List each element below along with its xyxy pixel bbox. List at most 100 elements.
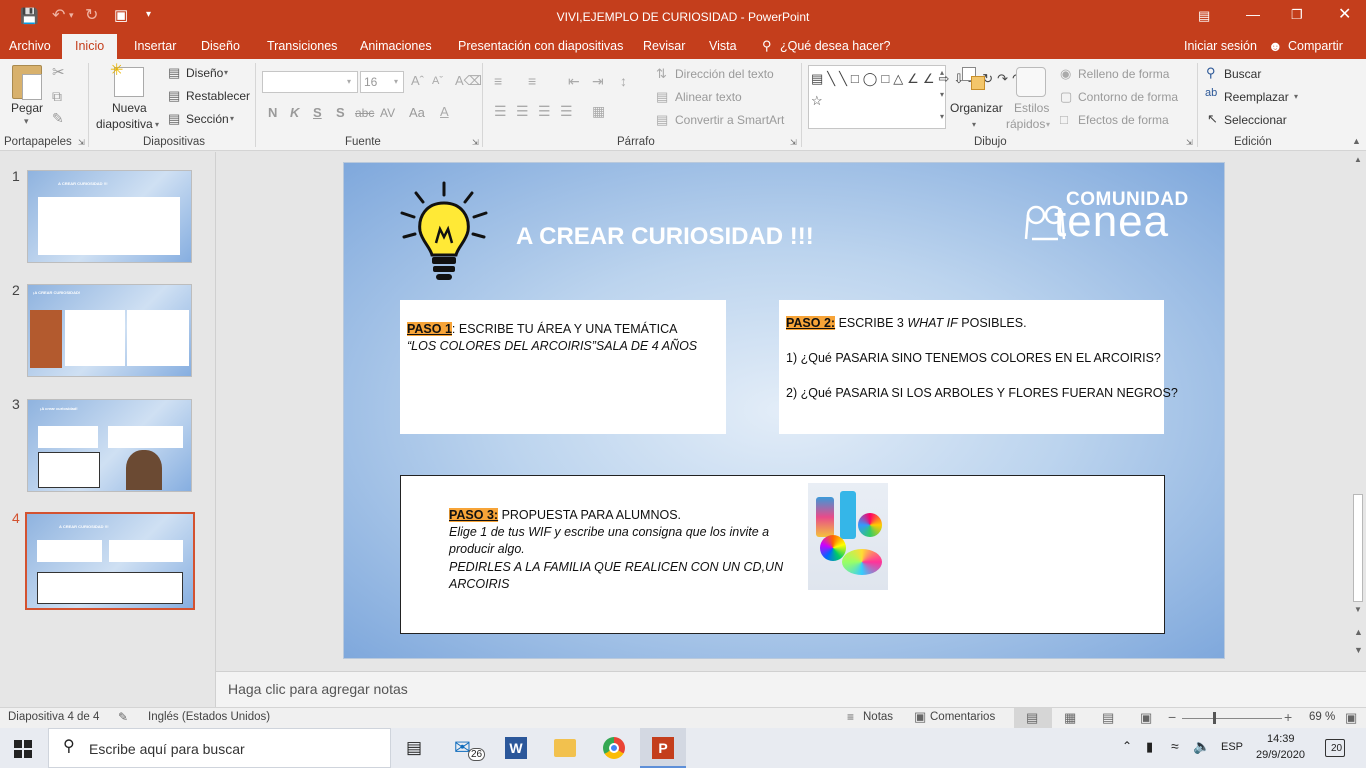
gallery-up-icon[interactable]: ▴ bbox=[940, 68, 944, 77]
minimize-icon[interactable]: — bbox=[1246, 7, 1260, 21]
zoom-level[interactable]: 69 % bbox=[1309, 711, 1335, 723]
strikethrough-button[interactable]: abc bbox=[355, 106, 374, 120]
spellcheck-icon[interactable]: ✎ bbox=[118, 711, 128, 723]
file-explorer-icon[interactable] bbox=[554, 739, 576, 757]
tab-diseno[interactable]: Diseño bbox=[201, 39, 240, 53]
ribbon-display-options-icon[interactable]: ▤ bbox=[1198, 9, 1210, 22]
zoom-in-icon[interactable]: + bbox=[1284, 710, 1292, 724]
decrease-indent-icon[interactable]: ⇤ bbox=[568, 74, 580, 88]
tab-insertar[interactable]: Insertar bbox=[134, 39, 176, 53]
task-view-icon[interactable]: ▤ bbox=[406, 739, 422, 756]
bullets-icon[interactable]: ≡ bbox=[494, 74, 502, 88]
shadow-s-button[interactable]: S bbox=[336, 105, 345, 120]
scroll-down-icon[interactable]: ▼ bbox=[1354, 606, 1362, 614]
word-icon[interactable]: W bbox=[505, 737, 527, 759]
shape-outline-button[interactable]: Contorno de forma bbox=[1078, 90, 1178, 104]
tab-archivo[interactable]: Archivo bbox=[9, 39, 51, 53]
zoom-out-icon[interactable]: − bbox=[1168, 710, 1176, 724]
slide-thumbnail-3[interactable]: ¡A crear curiosidad! bbox=[27, 399, 192, 492]
replace-dropdown-icon[interactable]: ▾ bbox=[1294, 93, 1298, 101]
quick-styles-label[interactable]: Estilos bbox=[1014, 101, 1049, 115]
taskbar-search-box[interactable]: ⚲ Escribe aquí para buscar bbox=[48, 728, 391, 768]
notes-placeholder[interactable]: Haga clic para agregar notas bbox=[228, 681, 408, 697]
tab-animaciones[interactable]: Animaciones bbox=[360, 39, 432, 53]
font-color-icon[interactable]: A bbox=[440, 105, 449, 118]
gallery-more-icon[interactable]: ▾ bbox=[940, 112, 944, 121]
paso2-text-box[interactable]: PASO 2: ESCRIBE 3 WHAT IF POSIBLES. 1) ¿… bbox=[779, 300, 1178, 434]
clear-formatting-icon[interactable]: A⌫ bbox=[455, 74, 482, 87]
new-slide-button[interactable]: diapositiva bbox=[96, 117, 153, 131]
underline-button[interactable]: S bbox=[313, 105, 322, 120]
fit-slide-icon[interactable]: ▣ bbox=[1345, 711, 1357, 724]
format-painter-icon[interactable]: ✎ bbox=[52, 111, 64, 125]
collapse-ribbon-icon[interactable]: ▲ bbox=[1352, 137, 1361, 146]
slide-sorter-icon[interactable]: ▦ bbox=[1064, 711, 1076, 724]
slide-thumbnail-4[interactable]: A CREAR CURIOSIDAD !!! bbox=[25, 512, 195, 610]
notes-toggle[interactable]: Notas bbox=[863, 711, 893, 723]
clock-date[interactable]: 29/9/2020 bbox=[1256, 749, 1305, 761]
arrange-dropdown-icon[interactable]: ▾ bbox=[972, 121, 976, 129]
shape-effects-button[interactable]: Efectos de forma bbox=[1078, 113, 1169, 127]
clock-time[interactable]: 14:39 bbox=[1267, 733, 1295, 745]
arrange-button[interactable]: Organizar bbox=[950, 101, 1003, 115]
scroll-up-icon[interactable]: ▲ bbox=[1354, 156, 1362, 164]
find-button[interactable]: Buscar bbox=[1224, 67, 1261, 81]
notification-center-icon[interactable]: 20 bbox=[1325, 739, 1345, 757]
restore-icon[interactable]: ❐ bbox=[1291, 8, 1303, 21]
paso1-text-box[interactable]: PASO 1: ESCRIBE TU ÁREA Y UNA TEMÁTICA “… bbox=[400, 300, 726, 434]
slide-title[interactable]: A CREAR CURIOSIDAD !!! bbox=[516, 223, 814, 251]
slide-thumbnail-2[interactable]: ¡A CREAR CURIOSIDAD! bbox=[27, 284, 192, 377]
drawing-launcher-icon[interactable]: ⇲ bbox=[1186, 139, 1193, 147]
slide-thumbnail-1[interactable]: A CREAR CURIOSIDAD !!! bbox=[27, 170, 192, 263]
share-button[interactable]: Compartir bbox=[1288, 39, 1343, 53]
new-slide-dropdown-icon[interactable]: ▾ bbox=[155, 121, 159, 129]
select-button[interactable]: Seleccionar bbox=[1224, 113, 1287, 127]
align-right-icon[interactable]: ☰ bbox=[538, 104, 551, 118]
vertical-scrollbar[interactable]: ▲ ▼ ▲ ▼ bbox=[1350, 152, 1366, 670]
volume-icon[interactable]: 🔈 bbox=[1193, 739, 1210, 753]
align-center-icon[interactable]: ☰ bbox=[516, 104, 529, 118]
replace-button[interactable]: Reemplazar bbox=[1224, 90, 1289, 104]
paste-dropdown-icon[interactable]: ▾ bbox=[24, 117, 29, 126]
show-hidden-icons-icon[interactable]: ⌃ bbox=[1122, 740, 1132, 752]
notes-pane[interactable]: Haga clic para agregar notas bbox=[216, 671, 1366, 707]
slideshow-icon[interactable]: ▣ bbox=[1140, 711, 1152, 724]
reset-button[interactable]: Restablecer bbox=[186, 89, 250, 103]
tab-transiciones[interactable]: Transiciones bbox=[267, 39, 337, 53]
font-size-dropdown-icon[interactable]: ▾ bbox=[394, 78, 398, 86]
zoom-slider[interactable] bbox=[1182, 718, 1282, 719]
shape-fill-button[interactable]: Relleno de forma bbox=[1078, 67, 1169, 81]
line-spacing-icon[interactable]: ↕ bbox=[620, 74, 627, 88]
align-text-button[interactable]: Alinear texto bbox=[675, 90, 742, 104]
justify-icon[interactable]: ☰ bbox=[560, 104, 573, 118]
windows-start-icon[interactable] bbox=[14, 740, 32, 758]
zoom-slider-thumb[interactable] bbox=[1213, 712, 1216, 724]
grow-font-icon[interactable]: Aˆ bbox=[411, 74, 424, 87]
previous-slide-icon[interactable]: ▲ bbox=[1354, 628, 1363, 637]
numbering-icon[interactable]: ≡ bbox=[528, 74, 536, 88]
increase-indent-icon[interactable]: ⇥ bbox=[592, 74, 604, 88]
battery-icon[interactable]: ▮ bbox=[1146, 740, 1153, 753]
paragraph-launcher-icon[interactable]: ⇲ bbox=[790, 139, 797, 147]
paste-button[interactable]: Pegar bbox=[11, 101, 43, 115]
columns-icon[interactable]: ▦ bbox=[592, 104, 605, 118]
comments-toggle[interactable]: Comentarios bbox=[930, 711, 995, 723]
italic-button[interactable]: K bbox=[290, 105, 299, 120]
layout-button[interactable]: Diseño bbox=[186, 66, 223, 80]
quick-styles-button[interactable]: rápidos bbox=[1006, 117, 1045, 131]
shrink-font-icon[interactable]: Aˇ bbox=[432, 76, 443, 87]
font-launcher-icon[interactable]: ⇲ bbox=[472, 139, 479, 147]
mail-app[interactable]: ✉ 26 bbox=[452, 736, 486, 762]
wifi-icon[interactable]: ≈ bbox=[1171, 739, 1179, 753]
font-name-input[interactable] bbox=[262, 71, 358, 93]
shapes-gallery[interactable]: ▤╲╲□◯□△∠∠⇨⇩▱↻↷↷{}☆ ▴ ▾ ▾ bbox=[808, 65, 1040, 129]
tab-revisar[interactable]: Revisar bbox=[643, 39, 685, 53]
change-case-button[interactable]: Aa bbox=[409, 105, 425, 120]
tab-vista[interactable]: Vista bbox=[709, 39, 737, 53]
bold-button[interactable]: N bbox=[268, 105, 277, 120]
tell-me-search[interactable]: ¿Qué desea hacer? bbox=[780, 39, 891, 53]
close-icon[interactable]: ✕ bbox=[1338, 7, 1351, 23]
slide-4[interactable]: A CREAR CURIOSIDAD !!! COMUNIDAD tenea P… bbox=[343, 162, 1225, 659]
normal-view-button[interactable]: ▤ bbox=[1014, 708, 1052, 728]
language-indicator[interactable]: Inglés (Estados Unidos) bbox=[148, 711, 270, 723]
